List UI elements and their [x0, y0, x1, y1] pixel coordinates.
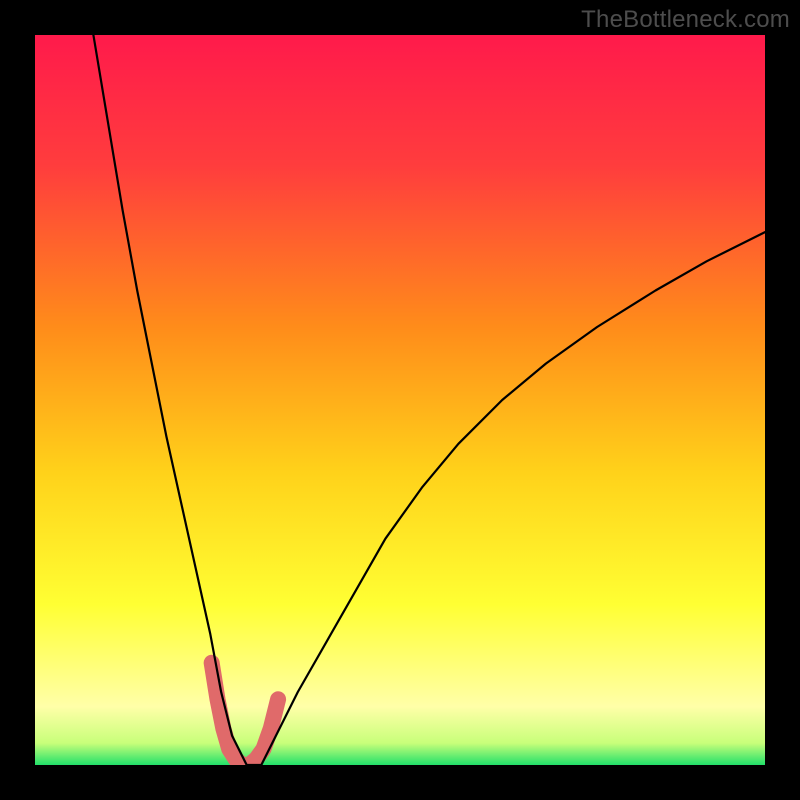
gradient-background [35, 35, 765, 765]
plot-area [35, 35, 765, 765]
attribution-text: TheBottleneck.com [581, 6, 790, 34]
chart-svg [35, 35, 765, 765]
chart-frame: TheBottleneck.com [0, 0, 800, 800]
